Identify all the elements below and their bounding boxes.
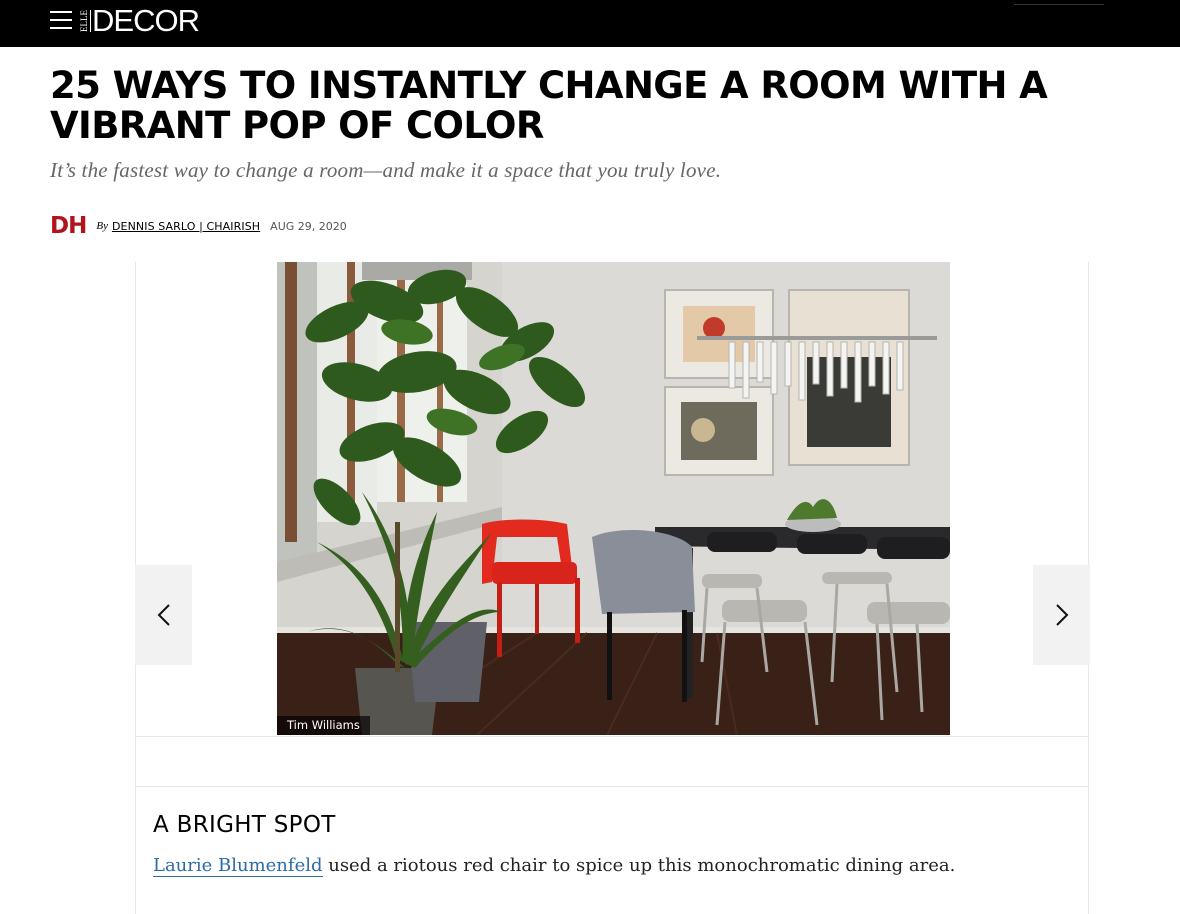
caption-text: used a riotous red chair to spice up thi… <box>322 855 956 876</box>
chevron-right-icon <box>1055 604 1068 626</box>
site-logo[interactable]: ELLE DECOR <box>79 3 200 39</box>
article-headline: 25 WAYS TO INSTANTLY CHANGE A ROOM WITH … <box>50 64 1048 147</box>
hamburger-menu-icon[interactable] <box>50 10 72 30</box>
by-label: By <box>96 220 108 232</box>
publish-date: AUG 29, 2020 <box>270 219 347 233</box>
author-initials: DH <box>50 213 87 239</box>
designer-link[interactable]: Laurie Blumenfeld <box>153 855 323 877</box>
logo-decor-text: DECOR <box>92 3 200 38</box>
author-link[interactable]: DENNIS SARLO | CHAIRISH <box>112 220 260 233</box>
slide-caption: Laurie Blumenfeld used a riotous red cha… <box>153 855 956 877</box>
logo-elle-text: ELLE <box>79 10 91 32</box>
chevron-left-icon <box>157 604 170 626</box>
header-divider <box>1014 4 1104 5</box>
next-slide-button[interactable] <box>1033 565 1090 665</box>
slide-divider <box>135 736 1089 737</box>
byline: DH By DENNIS SARLO | CHAIRISH AUG 29, 20… <box>50 212 347 240</box>
slide-divider <box>135 786 1089 787</box>
photo-credit: Tim Williams <box>277 716 370 735</box>
slide-title: A BRIGHT SPOT <box>153 812 336 838</box>
article-dek: It’s the fastest way to change a room—an… <box>50 158 722 182</box>
slide-photo[interactable] <box>277 262 950 735</box>
site-header: ELLE DECOR <box>0 0 1180 47</box>
previous-slide-button[interactable] <box>135 565 192 665</box>
